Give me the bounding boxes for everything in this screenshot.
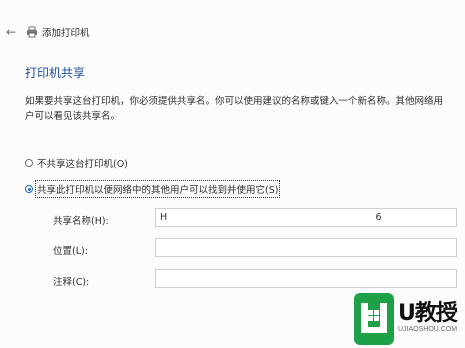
location-label: 位置(L): <box>53 246 88 257</box>
comment-input[interactable] <box>155 269 457 288</box>
back-arrow-icon[interactable]: ← <box>6 26 16 38</box>
page-heading: 打印机共享 <box>25 66 86 80</box>
share-option[interactable]: 共享此打印机以便网络中的其他用户可以找到并使用它(S) <box>25 180 281 198</box>
share-name-input[interactable] <box>155 208 457 227</box>
printer-icon <box>27 26 37 38</box>
no-share-radio[interactable] <box>25 159 33 167</box>
share-label: 共享此打印机以便网络中的其他用户可以找到并使用它(S) <box>34 180 281 198</box>
wizard-title: 添加打印机 <box>42 28 90 39</box>
watermark: U教授 UJIAOSHOU.COM <box>352 293 462 345</box>
no-share-label: 不共享这台打印机(O) <box>37 159 128 170</box>
no-share-option[interactable]: 不共享这台打印机(O) <box>25 156 128 170</box>
watermark-site: UJIAOSHOU.COM <box>398 326 458 333</box>
windows-logo-icon <box>354 293 394 345</box>
share-radio[interactable] <box>25 185 33 193</box>
share-name-label: 共享名称(H): <box>53 216 109 227</box>
share-description: 如果要共享这台打印机，你必须提供共享名。你可以使用建议的名称或键入一个新名称。其… <box>25 96 444 122</box>
comment-label: 注释(C): <box>53 277 90 288</box>
add-printer-wizard: ← 添加打印机 打印机共享 如果要共享这台打印机，你必须提供共享名。你可以使用建… <box>0 0 465 348</box>
watermark-brand: U教授 <box>398 301 458 326</box>
location-input[interactable] <box>155 238 457 257</box>
